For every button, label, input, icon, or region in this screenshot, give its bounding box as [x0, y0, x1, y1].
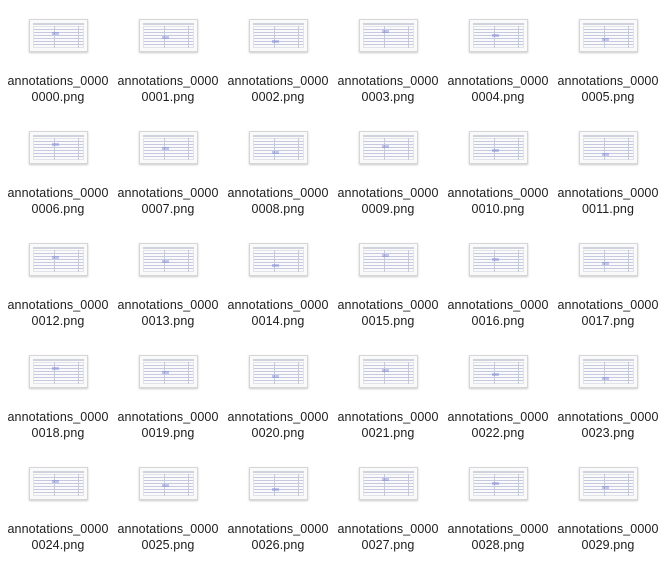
file-name-label[interactable]: annotations_0000 0002.png: [223, 73, 333, 105]
file-item[interactable]: annotations_0000 0024.png: [3, 448, 113, 560]
file-item[interactable]: annotations_0000 0026.png: [223, 448, 333, 560]
image-thumbnail[interactable]: [249, 467, 308, 500]
file-item[interactable]: annotations_0000 0005.png: [553, 0, 663, 112]
image-thumbnail[interactable]: [29, 19, 88, 52]
image-thumbnail[interactable]: [359, 131, 418, 164]
file-name-label[interactable]: annotations_0000 0007.png: [113, 185, 223, 217]
file-name-label[interactable]: annotations_0000 0015.png: [333, 297, 443, 329]
file-name-label[interactable]: annotations_0000 0029.png: [553, 521, 663, 553]
image-thumbnail[interactable]: [139, 355, 198, 388]
image-thumbnail[interactable]: [579, 355, 638, 388]
file-item[interactable]: annotations_0000 0011.png: [553, 112, 663, 224]
file-name-label[interactable]: annotations_0000 0005.png: [553, 73, 663, 105]
file-name-label[interactable]: annotations_0000 0022.png: [443, 409, 553, 441]
image-thumbnail[interactable]: [249, 131, 308, 164]
image-thumbnail[interactable]: [139, 467, 198, 500]
file-item[interactable]: annotations_0000 0006.png: [3, 112, 113, 224]
image-thumbnail[interactable]: [469, 355, 528, 388]
file-name-label[interactable]: annotations_0000 0003.png: [333, 73, 443, 105]
image-thumbnail[interactable]: [469, 243, 528, 276]
file-item[interactable]: annotations_0000 0008.png: [223, 112, 333, 224]
file-name-label[interactable]: annotations_0000 0013.png: [113, 297, 223, 329]
file-item[interactable]: annotations_0000 0017.png: [553, 224, 663, 336]
image-thumbnail[interactable]: [139, 243, 198, 276]
file-item[interactable]: annotations_0000 0021.png: [333, 336, 443, 448]
image-thumbnail[interactable]: [359, 467, 418, 500]
image-thumbnail[interactable]: [249, 243, 308, 276]
file-name-label[interactable]: annotations_0000 0028.png: [443, 521, 553, 553]
file-name-label[interactable]: annotations_0000 0018.png: [3, 409, 113, 441]
file-name-label[interactable]: annotations_0000 0001.png: [113, 73, 223, 105]
file-item[interactable]: annotations_0000 0013.png: [113, 224, 223, 336]
file-name-label[interactable]: annotations_0000 0014.png: [223, 297, 333, 329]
image-thumbnail[interactable]: [139, 19, 198, 52]
file-name-label[interactable]: annotations_0000 0020.png: [223, 409, 333, 441]
file-item[interactable]: annotations_0000 0001.png: [113, 0, 223, 112]
image-thumbnail[interactable]: [139, 131, 198, 164]
file-item[interactable]: annotations_0000 0000.png: [3, 0, 113, 112]
file-icon-grid: annotations_0000 0000.png annotations_000…: [3, 0, 663, 560]
file-name-label[interactable]: annotations_0000 0019.png: [113, 409, 223, 441]
image-thumbnail[interactable]: [469, 19, 528, 52]
file-item[interactable]: annotations_0000 0010.png: [443, 112, 553, 224]
image-thumbnail[interactable]: [469, 467, 528, 500]
file-item[interactable]: annotations_0000 0029.png: [553, 448, 663, 560]
image-thumbnail[interactable]: [469, 131, 528, 164]
file-item[interactable]: annotations_0000 0009.png: [333, 112, 443, 224]
file-item[interactable]: annotations_0000 0003.png: [333, 0, 443, 112]
image-thumbnail[interactable]: [579, 131, 638, 164]
image-thumbnail[interactable]: [579, 19, 638, 52]
file-item[interactable]: annotations_0000 0014.png: [223, 224, 333, 336]
file-item[interactable]: annotations_0000 0004.png: [443, 0, 553, 112]
file-item[interactable]: annotations_0000 0019.png: [113, 336, 223, 448]
file-item[interactable]: annotations_0000 0023.png: [553, 336, 663, 448]
file-name-label[interactable]: annotations_0000 0009.png: [333, 185, 443, 217]
file-item[interactable]: annotations_0000 0012.png: [3, 224, 113, 336]
file-item[interactable]: annotations_0000 0025.png: [113, 448, 223, 560]
file-name-label[interactable]: annotations_0000 0004.png: [443, 73, 553, 105]
file-name-label[interactable]: annotations_0000 0006.png: [3, 185, 113, 217]
image-thumbnail[interactable]: [249, 19, 308, 52]
file-name-label[interactable]: annotations_0000 0016.png: [443, 297, 553, 329]
image-thumbnail[interactable]: [29, 467, 88, 500]
file-name-label[interactable]: annotations_0000 0012.png: [3, 297, 113, 329]
image-thumbnail[interactable]: [359, 355, 418, 388]
file-item[interactable]: annotations_0000 0002.png: [223, 0, 333, 112]
image-thumbnail[interactable]: [249, 355, 308, 388]
file-name-label[interactable]: annotations_0000 0025.png: [113, 521, 223, 553]
file-name-label[interactable]: annotations_0000 0008.png: [223, 185, 333, 217]
file-item[interactable]: annotations_0000 0018.png: [3, 336, 113, 448]
image-thumbnail[interactable]: [579, 243, 638, 276]
image-thumbnail[interactable]: [579, 467, 638, 500]
file-item[interactable]: annotations_0000 0015.png: [333, 224, 443, 336]
image-thumbnail[interactable]: [29, 131, 88, 164]
file-name-label[interactable]: annotations_0000 0017.png: [553, 297, 663, 329]
file-name-label[interactable]: annotations_0000 0023.png: [553, 409, 663, 441]
image-thumbnail[interactable]: [359, 243, 418, 276]
file-item[interactable]: annotations_0000 0020.png: [223, 336, 333, 448]
file-item[interactable]: annotations_0000 0027.png: [333, 448, 443, 560]
file-name-label[interactable]: annotations_0000 0000.png: [3, 73, 113, 105]
file-item[interactable]: annotations_0000 0007.png: [113, 112, 223, 224]
image-thumbnail[interactable]: [359, 19, 418, 52]
image-thumbnail[interactable]: [29, 243, 88, 276]
file-item[interactable]: annotations_0000 0022.png: [443, 336, 553, 448]
file-item[interactable]: annotations_0000 0028.png: [443, 448, 553, 560]
file-name-label[interactable]: annotations_0000 0021.png: [333, 409, 443, 441]
file-name-label[interactable]: annotations_0000 0026.png: [223, 521, 333, 553]
file-name-label[interactable]: annotations_0000 0010.png: [443, 185, 553, 217]
file-name-label[interactable]: annotations_0000 0027.png: [333, 521, 443, 553]
file-name-label[interactable]: annotations_0000 0024.png: [3, 521, 113, 553]
file-name-label[interactable]: annotations_0000 0011.png: [553, 185, 663, 217]
image-thumbnail[interactable]: [29, 355, 88, 388]
file-item[interactable]: annotations_0000 0016.png: [443, 224, 553, 336]
